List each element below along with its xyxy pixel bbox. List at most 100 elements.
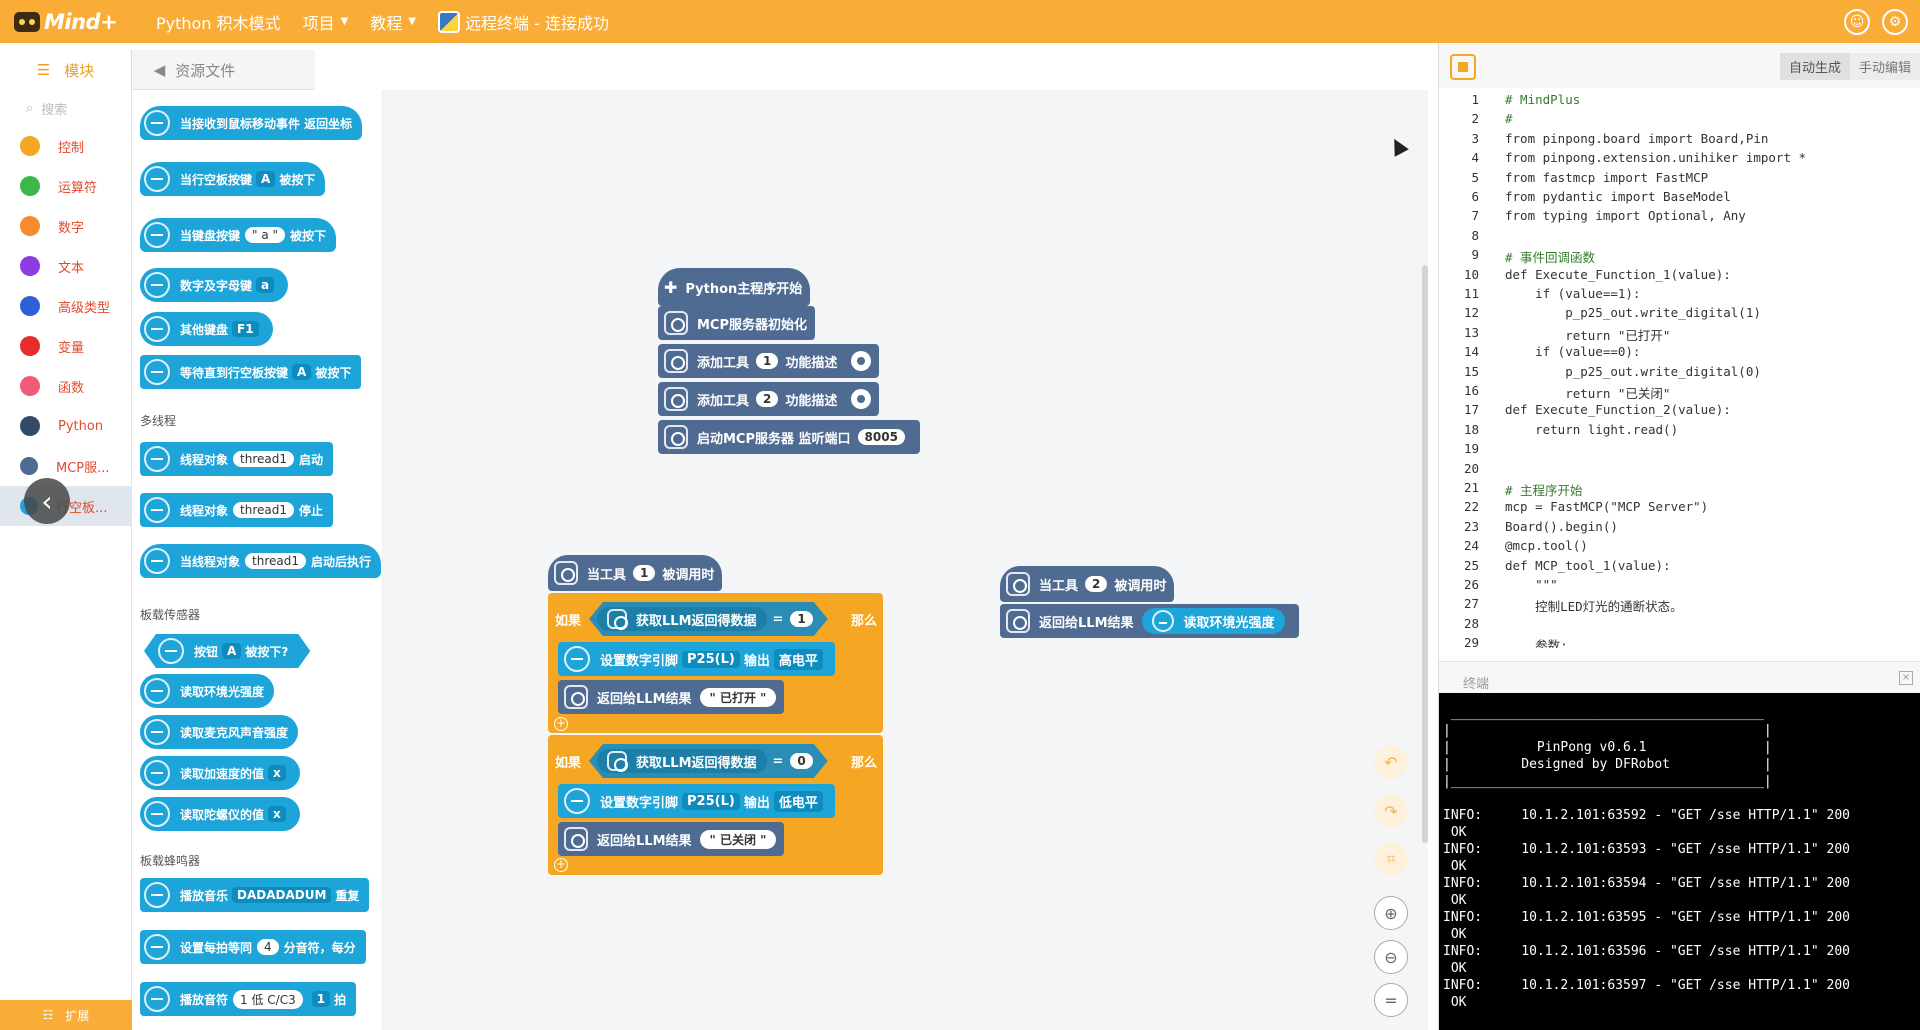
block-when-tool-2-called[interactable]: 当工具 2 被调用时 [1000,566,1175,602]
undo-icon[interactable]: ↶ [1374,745,1408,779]
palette-block-thread-start[interactable]: 线程对象 thread1 启动 [140,442,333,476]
palette-block-thread-run[interactable]: 当线程对象 thread1 启动后执行 [140,544,381,578]
string-input[interactable]: thread1 [233,451,294,467]
redo-icon[interactable]: ↷ [1374,794,1408,828]
string-input[interactable]: thread1 [245,553,306,569]
number-input[interactable]: 4 [257,939,279,955]
menu-tutorial[interactable]: 教程 ▼ [370,10,416,34]
palette-block-read-mic[interactable]: 读取麦克风声音强度 [140,715,299,749]
dropdown[interactable]: 1 [311,991,331,1007]
pin-dropdown[interactable]: P25(L) [682,650,740,668]
category-text[interactable]: 文本 [0,246,131,286]
block-when-tool-1-called[interactable]: 当工具 1 被调用时 [548,555,723,591]
get-llm-data-reporter[interactable]: 获取LLM返回得数据 [597,749,767,773]
category-variables[interactable]: 变量 [0,326,131,366]
block-return-llm-closed[interactable]: 返回给LLM结果 " 已关闭 " [558,822,785,856]
add-else-icon[interactable]: + [554,858,568,872]
tool-number[interactable]: 1 [756,353,779,369]
menu-project[interactable]: 项目 ▼ [303,10,349,34]
string-input[interactable]: " a " [245,227,286,243]
block-mcp-init[interactable]: MCP服务器初始化 [658,306,816,340]
palette-block-thread-stop[interactable]: 线程对象 thread1 停止 [140,493,333,527]
category-control[interactable]: 控制 [0,126,131,166]
tool-number[interactable]: 2 [1085,576,1108,592]
block-return-llm-opened[interactable]: 返回给LLM结果 " 已打开 " [558,680,785,714]
auto-generate-button[interactable]: 自动生成 [1779,53,1850,80]
read-light-reporter[interactable]: 读取环境光强度 [1141,608,1285,634]
block-return-llm-light[interactable]: 返回给LLM结果 读取环境光强度 [1000,604,1299,638]
dropdown[interactable]: A [292,364,312,380]
palette-block-read-gyro[interactable]: 读取陀螺仪的值 x [140,797,300,831]
zoom-reset-icon[interactable]: = [1374,983,1408,1017]
block-start-mcp-server[interactable]: 启动MCP服务器 监听端口 8005 [658,420,920,454]
category-search[interactable]: ⌕ 搜索 [0,90,131,126]
manual-edit-button[interactable]: 手动编辑 [1849,53,1920,80]
palette-block-read-light[interactable]: 读取环境光强度 [140,674,275,708]
palette-block-alnum-key[interactable]: 数字及字母键 a [140,268,289,302]
string-input[interactable]: thread1 [233,502,294,518]
palette-block-read-accel[interactable]: 读取加速度的值 x [140,756,300,790]
gear-icon[interactable] [851,389,872,409]
category-mcp[interactable]: MCP服... [0,446,131,486]
level-dropdown[interactable]: 低电平 [773,790,823,812]
robot-assistant-icon[interactable]: ☺ [1844,9,1870,35]
string-input[interactable]: " 已打开 " [699,687,777,707]
palette-block-other-key[interactable]: 其他键盘 F1 [140,312,273,346]
dropdown[interactable]: A [256,171,276,187]
terminal-output[interactable]: ________________________________________… [1439,693,1920,1030]
block-python-main-start[interactable]: ✚ Python主程序开始 [658,268,811,306]
gear-icon[interactable]: ⚙ [1882,9,1908,35]
tool-number[interactable]: 2 [756,391,779,407]
category-operators[interactable]: 运算符 [0,166,131,206]
palette-block-play-note[interactable]: 播放音符 1 低 C/C3 1 拍 [140,982,357,1016]
note-input[interactable]: 1 低 C/C3 [233,989,303,1009]
condition-llm-eq-1[interactable]: 获取LLM返回得数据 = 1 [589,602,828,636]
collapse-arrow-icon[interactable]: ‹ [24,478,70,524]
palette-block-button-pressed[interactable]: 当行空板按键 A 被按下 [140,162,326,196]
category-python[interactable]: Python [0,406,131,446]
gear-icon[interactable] [851,351,872,371]
cleanup-icon[interactable]: ⌗ [1374,842,1408,876]
palette-block-set-beat[interactable]: 设置每拍等同 4 分音符，每分 [140,930,366,964]
dropdown[interactable]: F1 [232,321,259,337]
dropdown[interactable]: a [256,277,275,293]
compare-value[interactable]: 1 [790,611,812,627]
palette-block-play-music[interactable]: 播放音乐 DADADADUM 重复 [140,878,370,912]
zoom-out-icon[interactable]: ⊖ [1374,940,1408,974]
dropdown[interactable]: A [222,643,241,659]
palette-block-mouse-move[interactable]: 当接收到鼠标移动事件 返回坐标 [140,106,363,140]
category-advanced-types[interactable]: 高级类型 [0,286,131,326]
zoom-in-icon[interactable]: ⊕ [1374,896,1408,930]
extension-button[interactable]: ☷ 扩展 [0,1000,132,1030]
stop-icon[interactable] [1450,54,1476,80]
tool-number[interactable]: 1 [633,565,656,581]
dropdown[interactable]: x [268,765,286,781]
block-workspace[interactable]: ✚ Python主程序开始 MCP服务器初始化 添加工具 1 功能描述 添加工具 2 功能… [383,90,1428,1030]
tab-blocks[interactable]: ☰ 模块 [0,50,132,90]
workspace-scrollbar[interactable] [1422,265,1428,843]
add-else-icon[interactable]: + [554,717,568,731]
compare-value[interactable]: 0 [790,753,812,769]
string-input[interactable]: " 已关闭 " [699,829,777,849]
pin-dropdown[interactable]: P25(L) [682,792,740,810]
block-set-digital-pin-low[interactable]: 设置数字引脚 P25(L) 输出 低电平 [558,784,835,818]
block-set-digital-pin-high[interactable]: 设置数字引脚 P25(L) 输出 高电平 [558,642,835,676]
level-dropdown[interactable]: 高电平 [773,648,823,670]
code-editor[interactable]: 1 # MindPlus 2 #3 from pinpong.board import … [1439,88,1920,648]
category-numbers[interactable]: 数字 [0,206,131,246]
close-icon[interactable]: × [1899,671,1913,685]
remote-terminal-status[interactable]: 远程终端 - 连接成功 [438,10,609,34]
category-functions[interactable]: 函数 [0,366,131,406]
dropdown[interactable]: DADADADUM [232,887,332,903]
port-input[interactable]: 8005 [857,429,905,445]
palette-block-wait-until[interactable]: 等待直到行空板按键 A 被按下 [140,355,362,389]
tab-resources[interactable]: ◀ 资源文件 [132,50,257,90]
dropdown[interactable]: x [268,806,286,822]
condition-llm-eq-0[interactable]: 获取LLM返回得数据 = 0 [589,744,828,778]
mode-label[interactable]: Python 积木模式 [156,10,281,34]
palette-block-key-pressed[interactable]: 当键盘按键 " a " 被按下 [140,218,337,252]
block-add-tool-2[interactable]: 添加工具 2 功能描述 [658,382,880,416]
get-llm-data-reporter[interactable]: 获取LLM返回得数据 [597,607,767,631]
palette-block-button-query[interactable]: 按钮 A 被按下? [144,634,310,668]
block-add-tool-1[interactable]: 添加工具 1 功能描述 [658,344,880,378]
